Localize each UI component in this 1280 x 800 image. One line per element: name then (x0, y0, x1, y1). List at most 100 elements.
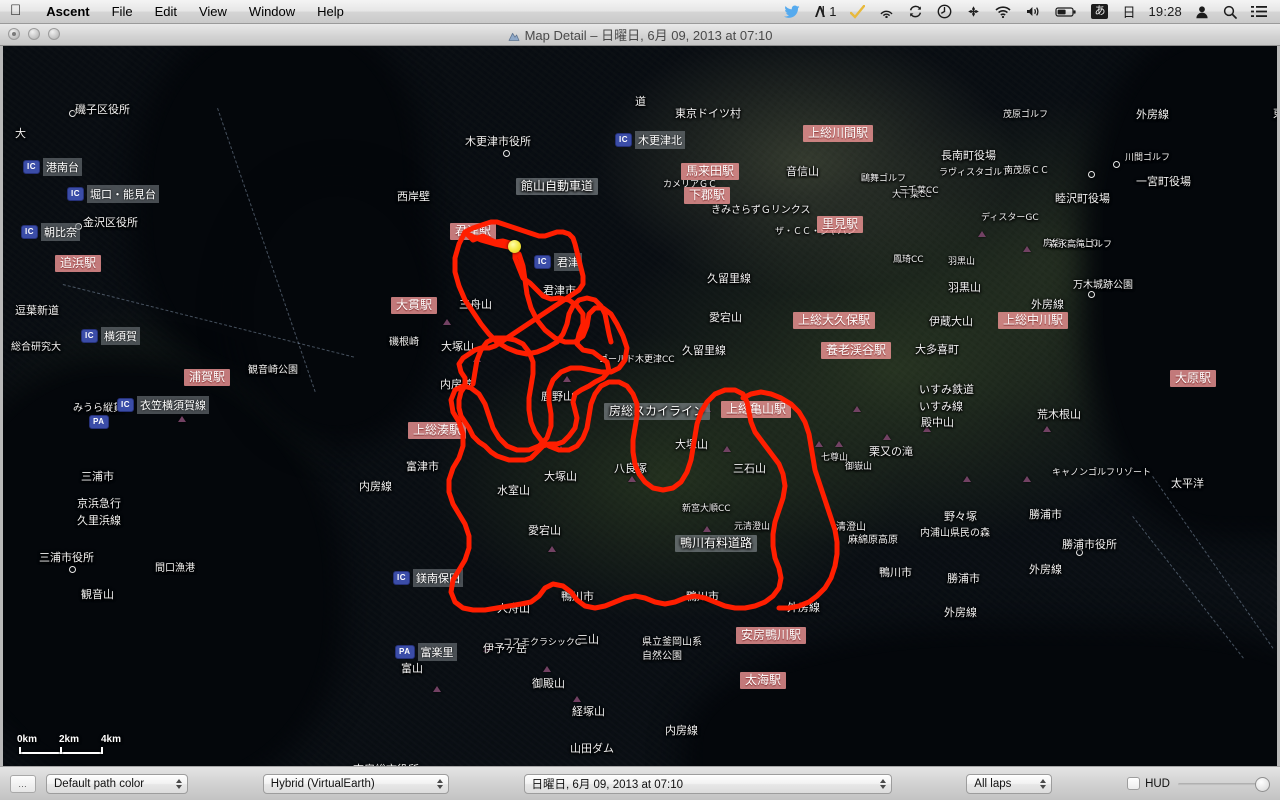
map-station-label[interactable]: 里見駅 (817, 216, 864, 233)
map-place-label: 愛宕山 (528, 524, 561, 537)
menu-item-edit[interactable]: Edit (144, 0, 188, 24)
map-place-label: 山田ダム (570, 742, 614, 755)
map-station-label[interactable]: 上総大久保駅 (793, 312, 876, 329)
apple-logo-icon[interactable]:  (10, 3, 21, 18)
map-place-label: 内房線 (665, 724, 698, 737)
map-station-label[interactable]: 浦賀駅 (184, 369, 231, 386)
menu-item-help[interactable]: Help (306, 0, 355, 24)
calendar-icon[interactable]: 日 (1115, 0, 1142, 24)
map-place-label: 勝浦市 (1029, 508, 1062, 521)
airport-utility-icon[interactable] (872, 0, 901, 24)
map-place-label: 御殿山 (532, 677, 565, 690)
map-type-value: Hybrid (VirtualEarth) (270, 777, 375, 790)
minimize-button[interactable] (28, 28, 40, 40)
mountain-peak-icon (1023, 246, 1031, 252)
map-station-label[interactable]: 君津駅 (450, 223, 497, 240)
map-place-label: 森永高滝ゴルフ (1049, 240, 1113, 250)
zoom-button[interactable] (48, 28, 60, 40)
map-canvas[interactable]: 磯子区役所大金沢区役所 逗葉新道 総合研究大 みうら縦貫 三浦市 京浜急行 久里浜線 三浦市役… (0, 46, 1280, 766)
highway-interchange-badge[interactable]: PA (89, 415, 109, 429)
sync-icon[interactable] (901, 0, 930, 24)
mountain-peak-icon (563, 376, 571, 382)
scale-tick-2: 4km (101, 734, 122, 745)
map-station-label[interactable]: 上総川間駅 (803, 125, 874, 142)
time-machine-icon[interactable] (930, 0, 959, 24)
map-place-label: 内房線 (440, 378, 473, 391)
map-place-label: 新宮大順CC (682, 504, 731, 514)
map-place-label: 麻綿原高原 (848, 535, 898, 546)
highway-badge-label: 堀口・能見台 (87, 185, 159, 203)
checkmark-icon[interactable] (843, 0, 872, 24)
alfred-icon[interactable]: 1 (807, 0, 843, 24)
map-station-label[interactable]: 大貫駅 (391, 297, 438, 314)
input-source-japanese-icon[interactable]: あ (1084, 0, 1115, 24)
map-station-label[interactable]: 上総中川駅 (998, 312, 1069, 329)
map-place-label: いすみ線 (919, 400, 963, 413)
map-type-popup[interactable]: Hybrid (VirtualEarth) (262, 773, 449, 794)
volume-icon[interactable] (1018, 0, 1048, 24)
highway-badge-label: 横須賀 (101, 327, 140, 345)
mountain-peak-icon (963, 476, 971, 482)
menu-item-view[interactable]: View (188, 0, 238, 24)
wifi-icon[interactable] (988, 0, 1018, 24)
map-station-label[interactable]: 馬来田駅 (681, 163, 740, 180)
map-place-label: 大 (15, 127, 26, 140)
map-place-label: 県立釜岡山系 (642, 637, 702, 648)
interchange-icon: IC (81, 329, 98, 343)
menu-item-ascent[interactable]: Ascent (35, 0, 100, 24)
highway-interchange-badge[interactable]: IC 衣笠横須賀線 (117, 396, 209, 414)
hud-checkbox-box[interactable] (1127, 777, 1141, 790)
map-station-label[interactable]: 下郡駅 (684, 187, 731, 204)
opacity-slider-knob[interactable] (1254, 776, 1270, 792)
menu-clock[interactable]: 19:28 (1142, 0, 1188, 24)
highway-interchange-badge[interactable]: IC 鎂南保田 (393, 569, 463, 587)
options-button[interactable]: … (10, 774, 36, 793)
session-date-popup[interactable]: 日曜日, 6月 09, 2013 at 07:10 (523, 773, 892, 794)
map-station-label[interactable]: 上総亀山駅 (721, 401, 792, 418)
highway-interchange-badge[interactable]: PA 富楽里 (395, 643, 457, 661)
map-place-label: 磯子区役所 (75, 103, 130, 116)
start-point-marker[interactable] (508, 240, 521, 253)
map-station-label[interactable]: 養老渓谷駅 (821, 342, 892, 359)
highway-interchange-badge[interactable]: IC 堀口・能見台 (67, 185, 159, 203)
map-station-label[interactable]: 大原駅 (1170, 370, 1217, 387)
highway-interchange-badge[interactable]: IC 木更津北 (615, 131, 685, 149)
highway-interchange-badge[interactable]: IC 港南台 (23, 158, 82, 176)
menu-item-file[interactable]: File (101, 0, 144, 24)
search-icon[interactable] (1216, 0, 1244, 24)
map-place-label: ゴールド木更津CC (599, 355, 675, 365)
map-station-label[interactable]: 上総湊駅 (408, 422, 467, 439)
session-date-value: 日曜日, 6月 09, 2013 at 07:10 (531, 778, 684, 791)
menu-item-window[interactable]: Window (238, 0, 306, 24)
user-account-icon[interactable] (1188, 0, 1216, 24)
chevron-updown-icon (436, 778, 443, 789)
mountain-peak-icon (703, 526, 711, 532)
hud-checkbox[interactable]: HUD (1127, 777, 1170, 790)
map-station-label[interactable]: 追浜駅 (55, 255, 102, 272)
laps-popup[interactable]: All laps (966, 773, 1053, 794)
mountain-peak-icon (548, 546, 556, 552)
highway-interchange-badge[interactable]: IC 朝比奈 (21, 223, 80, 241)
dropbox-icon[interactable] (959, 0, 988, 24)
close-button[interactable] (8, 28, 20, 40)
map-place-label: 富山 (401, 662, 423, 675)
mountain-peak-icon (473, 356, 481, 362)
window-title-bar[interactable]: Map Detail – 日曜日, 6月 09, 2013 at 07:10 (0, 24, 1280, 46)
map-place-label: 一宮町役場 (1136, 175, 1191, 188)
opacity-slider[interactable] (1177, 775, 1270, 793)
map-place-label: 伊蔵大山 (929, 315, 973, 328)
mountain-peak-icon (978, 231, 986, 237)
map-place-label: 長南町役場 (941, 149, 996, 162)
path-color-popup[interactable]: Default path color (46, 773, 188, 794)
battery-icon[interactable] (1048, 0, 1084, 24)
map-station-label[interactable]: 安房鴨川駅 (736, 627, 807, 644)
scale-tick-1: 2km (59, 734, 80, 745)
menu-bar:  Ascent File Edit View Window Help 1 (0, 0, 1280, 24)
map-place-label: 間口漁港 (155, 563, 195, 574)
highway-interchange-badge[interactable]: IC 君津 (534, 253, 582, 271)
map-place-label: 外房線 (1029, 563, 1062, 576)
map-station-label[interactable]: 太海駅 (740, 672, 787, 689)
highway-interchange-badge[interactable]: IC 横須賀 (81, 327, 140, 345)
notification-center-icon[interactable] (1244, 0, 1274, 24)
twitter-icon[interactable] (777, 0, 807, 24)
